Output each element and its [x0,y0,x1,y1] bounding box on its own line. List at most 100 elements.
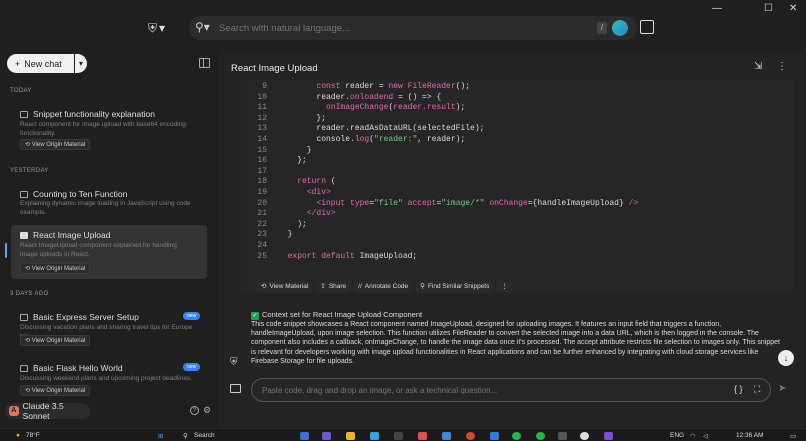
chevron-down-icon: ▾ [78,59,83,68]
notifications-icon[interactable]: ▭ [790,432,796,440]
add-image-icon[interactable] [230,384,241,393]
chat-input[interactable] [262,383,702,398]
slash-shortcut-key: / [597,22,607,34]
filter-icon[interactable]: ⚲▾ [195,20,210,34]
line-number: 13 [257,124,267,134]
line-number: 22 [257,219,267,229]
expand-icon[interactable]: ⛶ [754,384,760,395]
section-3-days-ago: 3 DAYS AGO [10,291,49,297]
line-number: 9 [262,82,267,91]
scroll-down-button[interactable]: ↓ [778,350,794,366]
model-selector[interactable]: A Claude 3.5 Sonnet [5,401,90,421]
more-options-icon[interactable]: ⋮ [777,61,787,72]
app-icon[interactable] [394,432,403,440]
line-number: 11 [257,103,267,113]
chat-description: React component for image upload with ba… [20,121,186,137]
annotate-code-button[interactable]: //Annotate Code [354,281,413,293]
app-icon[interactable] [558,432,567,440]
view-origin-material-button[interactable]: ⟲ View Origin Material [20,335,91,346]
spotify-icon[interactable] [512,432,521,440]
weather-icon: ● [16,432,20,439]
app-icon[interactable] [442,432,451,440]
chat-item[interactable]: Snippet functionality explanation React … [11,104,207,150]
windows-start-icon[interactable]: ⊞ [158,432,163,440]
chat-item-active[interactable]: React Image Upload React ImageUpload com… [11,225,207,279]
volume-icon[interactable]: ◁ [703,432,708,440]
button-label: Share [328,283,347,290]
line-number: 18 [257,177,267,187]
send-icon[interactable]: ➤ [778,383,786,394]
new-chat-dropdown[interactable]: ▾ [75,54,87,73]
chat-input-box[interactable]: { } ⛶ [251,378,771,402]
close-button[interactable]: ✕ [789,3,797,14]
weather-temp[interactable]: 78°F [26,432,40,439]
code-brackets-icon[interactable]: { } [734,384,743,394]
share-icon: ⇪ [320,283,326,290]
clock[interactable]: 12:36 AM [736,432,763,439]
view-material-button[interactable]: ⟲ View Material [257,281,313,293]
code-line: }; [278,156,307,166]
chat-item[interactable]: Basic Flask Hello World new Discussing w… [11,358,207,398]
line-number: 15 [257,145,267,155]
app-icon[interactable] [490,432,499,440]
button-label: Annotate Code [364,283,409,290]
share-button[interactable]: ⇪ Share [316,281,351,293]
new-badge: new [183,363,200,371]
chat-title: Basic Flask Hello World [33,363,123,373]
anthropic-icon: A [9,406,19,416]
chat-item[interactable]: Basic Express Server Setup new Discussin… [11,307,207,347]
view-origin-material-button[interactable]: ⟲ View Origin Material [20,263,91,274]
new-chat-label: New chat [24,58,62,69]
code-line: const reader = new FileReader(); [316,82,471,91]
line-number: 20 [257,198,267,208]
collapse-icon[interactable]: ⇲ [754,61,762,72]
taskbar-search-icon[interactable]: ⚲ [183,432,188,440]
app-icon[interactable] [418,432,427,440]
app-icon[interactable] [580,432,589,440]
line-number: 17 [257,166,267,176]
view-origin-material-button[interactable]: ⟲ View Origin Material [20,139,91,150]
button-label: View Origin Material [31,142,86,148]
app-icon[interactable] [370,432,379,440]
code-line: reader.onloadend = () => { [278,92,442,102]
chat-item[interactable]: Counting to Ten Function Explaining dyna… [11,184,207,218]
code-line: </div> [306,209,336,219]
button-label: View Origin Material [31,266,86,272]
chat-title: Counting to Ten Function [33,189,128,199]
app-icon[interactable] [322,432,331,440]
chat-icon [20,231,28,239]
settings-gear-icon[interactable]: ⚙ [203,405,211,416]
help-icon[interactable]: ? [190,406,199,415]
app-icon[interactable] [604,432,613,440]
chat-title: React Image Upload [33,230,111,240]
top-bar: ⛨▾ ⚲▾ / — ☐ ✕ [0,0,806,52]
user-avatar[interactable] [612,20,628,36]
wifi-icon[interactable]: ◠ [690,432,696,440]
language-indicator[interactable]: ENG [670,432,684,439]
line-number: 24 [257,241,267,250]
new-chat-button[interactable]: + New chat [7,54,74,73]
chat-icon [20,364,28,372]
chrome-icon[interactable] [466,432,475,440]
minimize-button[interactable]: — [712,3,722,14]
view-origin-material-button[interactable]: ⟲ View Origin Material [20,385,91,396]
line-number: 25 [257,251,267,261]
sidebar: + New chat ▾ TODAY Snippet functionality… [0,52,216,428]
more-actions-button[interactable]: ⋮ [497,281,512,293]
chat-icon [20,110,28,118]
open-window-icon[interactable] [640,20,654,34]
app-icon[interactable] [300,432,309,440]
search-input[interactable] [219,19,579,37]
folder-icon[interactable] [346,432,355,440]
app-icon[interactable] [536,432,545,440]
find-similar-snippets-button[interactable]: ⚲ Find Similar Snippets [416,281,494,293]
search-bar[interactable]: ⚲▾ / [189,16,637,40]
app-logo-menu[interactable]: ⛨ ▾ [148,17,180,39]
code-line: }; [278,113,327,123]
toggle-sidebar-icon[interactable] [199,58,210,68]
assistant-logo-icon: ⛨ [230,357,238,368]
button-label: View Origin Material [31,388,86,394]
line-number: 10 [257,92,267,102]
maximize-button[interactable]: ☐ [764,3,773,14]
taskbar-search[interactable]: Search [194,432,215,439]
